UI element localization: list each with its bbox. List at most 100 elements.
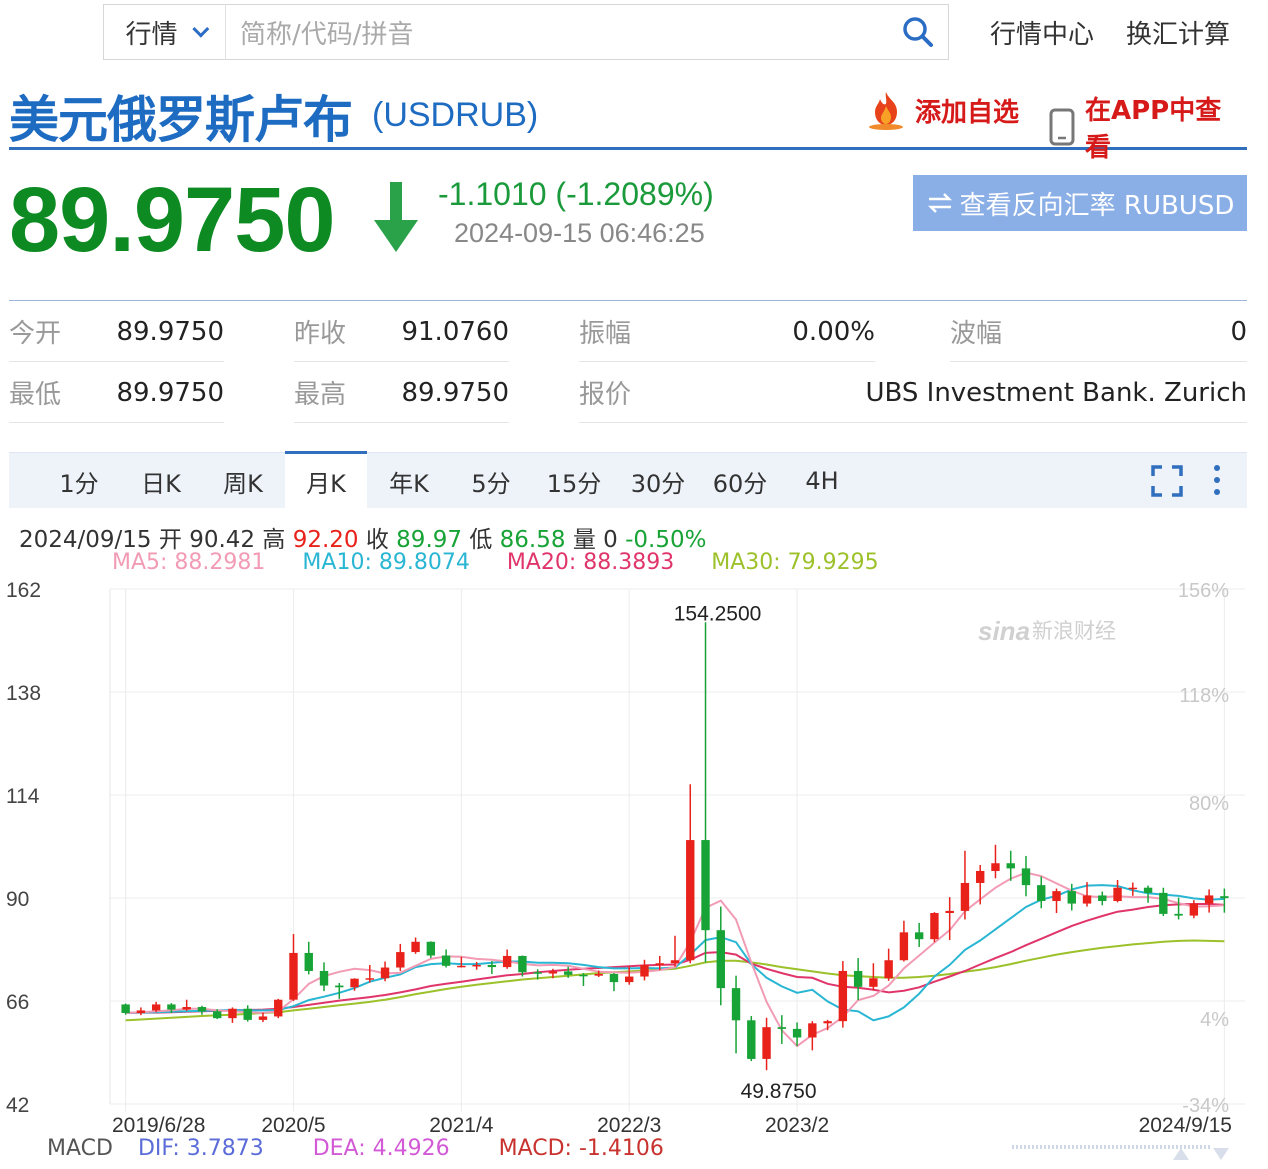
pct-tick-label: 4% — [1200, 1009, 1229, 1031]
top-nav: 行情中心 换汇计算 — [990, 14, 1230, 51]
search-input[interactable]: 简称/代码/拼音 — [226, 14, 888, 51]
more-options-icon[interactable] — [1209, 463, 1225, 497]
x-tick-label: 2023/2 — [765, 1114, 829, 1137]
stats-table: 今开 89.9750 昨收 91.0760 振幅 0.00% 波幅 0 最低 8… — [9, 300, 1247, 423]
view-in-app-button[interactable]: 在APP中查看 — [1049, 90, 1247, 164]
fire-icon — [869, 92, 903, 130]
candle-body — [930, 913, 939, 940]
nav-fx-calculator-link[interactable]: 换汇计算 — [1126, 14, 1230, 51]
current-price: 89.9750 — [9, 169, 336, 271]
candle-body — [563, 971, 573, 975]
ma20-legend: MA20: 88.3893 — [506, 550, 675, 575]
candle-body — [1143, 887, 1153, 893]
stat-label: 今开 — [9, 319, 62, 349]
x-tick-label: 2022/3 — [597, 1114, 661, 1137]
candle-body — [762, 1027, 771, 1059]
candle-body — [136, 1010, 146, 1014]
search-icon[interactable] — [888, 5, 948, 59]
tab-weekly[interactable]: 周K — [203, 453, 283, 509]
y-tick-label: 162 — [6, 579, 41, 602]
candle-body — [1220, 896, 1229, 899]
candle-body — [380, 967, 390, 979]
candle-body — [548, 971, 558, 974]
candle-body — [914, 932, 924, 940]
stat-quote-source: 报价 UBS Investment Bank. Zurich — [579, 363, 1247, 423]
y-tick-label: 114 — [6, 785, 40, 808]
sina-logo: sina — [978, 616, 1030, 646]
candle-body — [960, 882, 970, 911]
tab-60min[interactable]: 60分 — [699, 453, 781, 509]
macd-dif: DIF: 3.7873 — [137, 1136, 264, 1161]
stat-open: 今开 89.9750 — [9, 302, 224, 362]
tab-5min[interactable]: 5分 — [451, 453, 531, 509]
market-select[interactable]: 行情 — [104, 5, 226, 59]
candle-body — [670, 960, 680, 964]
candle-body — [609, 973, 619, 983]
search-bar: 行情 简称/代码/拼音 — [103, 4, 949, 60]
reverse-rate-label: 查看反向汇率 RUBUSD — [959, 190, 1235, 221]
candle-body — [1174, 913, 1183, 916]
stat-label: 最高 — [294, 380, 347, 410]
stat-value: UBS Investment Bank. Zurich — [865, 377, 1247, 408]
tab-4h[interactable]: 4H — [781, 453, 863, 509]
candle-body — [716, 930, 725, 989]
tab-yearly[interactable]: 年K — [369, 453, 449, 509]
stat-low: 最低 89.9750 — [9, 363, 224, 423]
ma5-legend: MA5: 88.2981 — [112, 550, 266, 575]
candle-body — [701, 840, 710, 931]
candle-body — [1021, 868, 1031, 886]
candle-body — [289, 952, 298, 1000]
macd-label: MACD — [47, 1136, 113, 1161]
candle-body — [823, 1021, 832, 1024]
quote-timestamp: 2024-09-15 06:46:25 — [454, 218, 705, 248]
candle-body — [411, 941, 420, 953]
candle-body — [319, 970, 329, 986]
stat-value: 89.9750 — [116, 316, 224, 347]
price-change: -1.1010 (-1.2089%) — [438, 176, 714, 212]
macd-legend: MACD DIF: 3.7873 DEA: 4.4926 MACD: -1.41… — [47, 1136, 706, 1161]
candle-body — [808, 1023, 817, 1038]
candle-body — [167, 1004, 176, 1010]
add-favorite-button[interactable]: 添加自选 — [865, 90, 1019, 130]
stat-value: 0.00% — [792, 316, 875, 347]
reverse-rate-button[interactable]: 查看反向汇率 RUBUSD — [913, 175, 1247, 231]
phone-icon — [1049, 108, 1075, 146]
candle-body — [212, 1011, 222, 1019]
tab-30min[interactable]: 30分 — [617, 453, 699, 509]
x-tick-label: 2019/6/28 — [112, 1114, 205, 1137]
candle-body — [1006, 863, 1015, 869]
tab-1min[interactable]: 1分 — [39, 453, 119, 509]
kline-chart[interactable]: 42 66 90 114 138 162 2019/6/28 2020/5 2021/4 2022… — [0, 574, 1268, 1169]
candle-body — [625, 976, 634, 983]
candle-body — [350, 978, 359, 988]
candle-body — [365, 978, 374, 980]
stat-range: 波幅 0 — [950, 302, 1247, 362]
candle-body — [579, 974, 588, 977]
candle-body — [1128, 887, 1138, 890]
stat-value: 89.9750 — [116, 377, 224, 408]
pct-tick-label: 80% — [1189, 793, 1229, 815]
stat-value: 91.0760 — [401, 316, 509, 347]
ma10-legend: MA10: 89.8074 — [302, 550, 470, 575]
max-price-label: 154.2500 — [674, 602, 762, 625]
candle-body — [197, 1007, 207, 1012]
pct-tick-label: 156% — [1178, 580, 1229, 602]
nav-market-center-link[interactable]: 行情中心 — [990, 14, 1094, 51]
candle-body — [838, 970, 848, 1022]
kline-svg[interactable]: 42 66 90 114 138 162 2019/6/28 2020/5 2021/4 2022… — [0, 574, 1268, 1169]
candle-body — [991, 863, 1000, 871]
candle-body — [594, 973, 603, 976]
candle-body — [686, 840, 695, 961]
tab-15min[interactable]: 15分 — [533, 453, 615, 509]
tab-daily[interactable]: 日K — [121, 453, 201, 509]
x-tick-label: 2024/9/15 — [1139, 1114, 1232, 1137]
add-favorite-label: 添加自选 — [915, 97, 1020, 128]
candle-body — [1204, 895, 1214, 904]
candle-body — [502, 955, 512, 968]
candle-body — [792, 1028, 802, 1038]
min-price-label: 49.8750 — [741, 1080, 817, 1103]
tab-monthly[interactable]: 月K — [285, 451, 367, 509]
candle-body — [396, 952, 405, 968]
stat-label: 报价 — [579, 380, 632, 410]
fullscreen-icon[interactable] — [1151, 465, 1183, 497]
